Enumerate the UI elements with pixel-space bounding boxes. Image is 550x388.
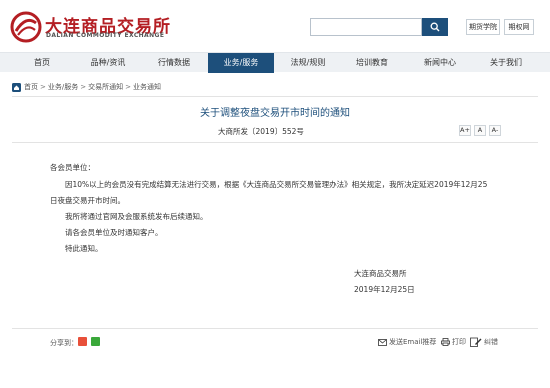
paragraph: 我所将通过官网及会服系统发布后续通知。	[65, 212, 208, 221]
paragraph: 请各会员单位及时通知客户。	[65, 228, 163, 237]
publish-date: 2019年12月25日	[354, 285, 415, 294]
breadcrumb: 首页 > 业务/服务 > 交易所通知 > 业务通知	[12, 82, 161, 92]
nav-item-market-data[interactable]: 行情数据	[146, 53, 202, 73]
font-size-decrease-button[interactable]: A-	[489, 125, 501, 136]
breadcrumb-separator: >	[125, 83, 131, 91]
breadcrumb-exchange-notice[interactable]: 交易所通知	[88, 82, 123, 92]
search-button[interactable]	[422, 18, 448, 36]
signature: 大连商品交易所	[354, 269, 407, 278]
nav-item-business[interactable]: 业务/服务	[208, 53, 274, 73]
nav-item-home[interactable]: 首页	[22, 53, 62, 73]
search-input[interactable]	[310, 18, 422, 36]
edit-icon	[470, 337, 482, 347]
email-recommend-label: 发送Email推荐	[389, 338, 437, 346]
nav-item-products[interactable]: 品种/资讯	[80, 53, 136, 73]
dce-logo-icon[interactable]	[9, 11, 43, 43]
weibo-share-icon[interactable]	[78, 337, 87, 346]
salutation: 各会员单位：	[50, 163, 95, 172]
report-error-button[interactable]: 纠错	[470, 337, 498, 347]
breadcrumb-business-notice[interactable]: 业务通知	[133, 82, 161, 92]
nav-item-training[interactable]: 培训教育	[344, 53, 400, 73]
mail-icon	[378, 338, 387, 346]
breadcrumb-separator: >	[40, 83, 46, 91]
nav-item-rules[interactable]: 法规/规则	[280, 53, 336, 73]
site-header: 大连商品交易所 DALIAN COMMODITY EXCHANGE 期货学院 期…	[0, 0, 550, 52]
print-label: 打印	[452, 338, 466, 346]
report-error-label: 纠错	[484, 338, 498, 346]
logo-title-en: DALIAN COMMODITY EXCHANGE	[46, 32, 165, 39]
breadcrumb-home[interactable]: 首页	[24, 82, 38, 92]
font-size-normal-button[interactable]: A	[474, 125, 486, 136]
nav-item-news[interactable]: 新闻中心	[412, 53, 468, 73]
wechat-share-icon[interactable]	[91, 337, 100, 346]
paragraph: 日夜盘交易开市时间。	[50, 196, 125, 205]
divider	[12, 328, 538, 329]
page: { "header": { "logo_cn": "大连商品交易所", "log…	[0, 0, 550, 388]
divider	[12, 142, 538, 143]
share-label: 分享到：	[50, 339, 78, 347]
options-site-link[interactable]: 期权网	[504, 19, 534, 35]
home-icon	[12, 82, 21, 92]
paragraph: 特此通知。	[65, 244, 103, 253]
breadcrumb-separator: >	[80, 83, 87, 91]
article-title: 关于调整夜盘交易开市时间的通知	[200, 108, 350, 119]
email-recommend-button[interactable]: 发送Email推荐	[378, 337, 436, 347]
futures-college-link[interactable]: 期货学院	[466, 19, 500, 35]
font-size-increase-button[interactable]: A+	[459, 125, 471, 136]
main-nav: 首页 品种/资讯 行情数据 业务/服务 法规/规则 培训教育 新闻中心 关于我们	[0, 52, 550, 73]
divider	[12, 96, 538, 97]
document-number: 大商所发〔2019〕552号	[218, 127, 304, 136]
print-button[interactable]: 打印	[441, 337, 466, 347]
print-icon	[441, 338, 450, 346]
paragraph: 因10%以上的会员没有完成结算无法进行交易，根据《大连商品交易所交易管理办法》相…	[65, 180, 488, 189]
nav-item-about[interactable]: 关于我们	[478, 53, 534, 73]
breadcrumb-business[interactable]: 业务/服务	[48, 82, 78, 92]
search-icon	[430, 22, 440, 32]
